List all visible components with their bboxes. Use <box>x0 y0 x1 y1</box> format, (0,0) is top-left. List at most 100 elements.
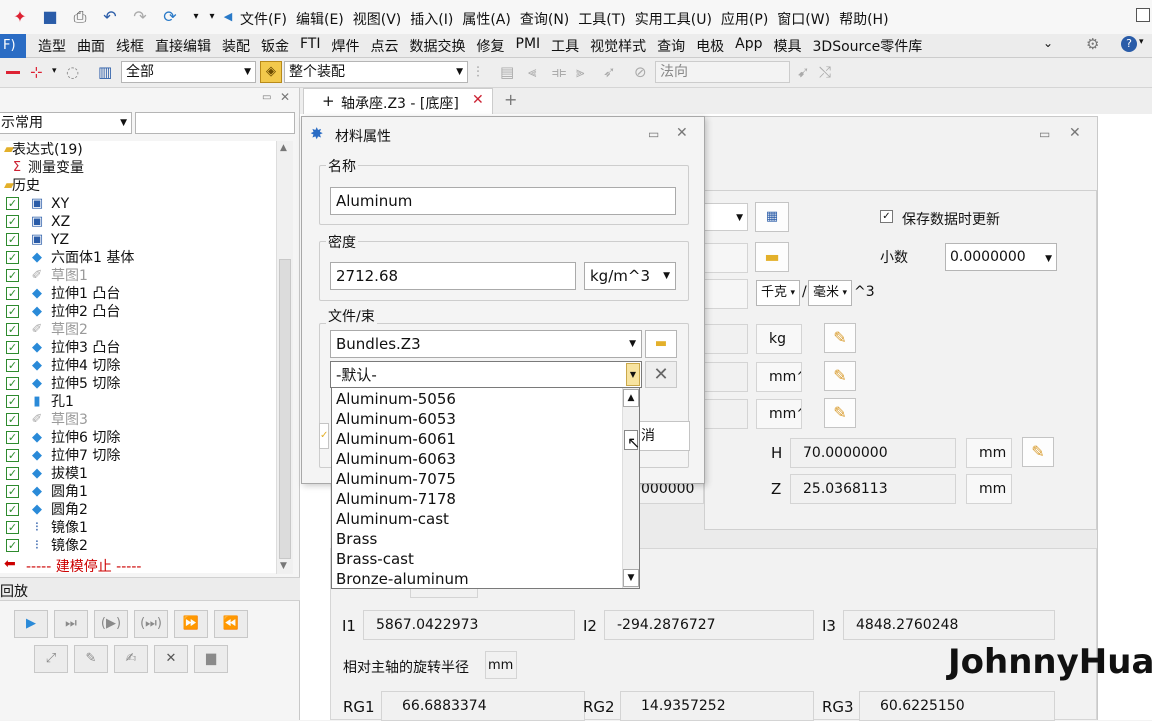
menu-item[interactable]: 工具(T) <box>578 9 625 29</box>
material-option[interactable]: Aluminum-5056 <box>336 389 456 409</box>
refresh-icon[interactable]: ⟳ <box>160 7 180 27</box>
open-folder-icon[interactable]: ▬ <box>645 330 677 358</box>
pencil-icon[interactable]: ✎ <box>824 361 856 391</box>
document-tab[interactable]: + 轴承座.Z3 - [底座] ✕ <box>303 88 493 114</box>
material-file-field[interactable] <box>704 243 748 273</box>
close-icon[interactable]: ✕ <box>1069 125 1081 141</box>
tree-item[interactable]: ✓ ◆ 六面体1 基体 <box>0 249 276 267</box>
visibility-checkbox[interactable]: ✓ <box>6 377 19 390</box>
visibility-checkbox[interactable]: ✓ <box>6 323 19 336</box>
save-update-checkbox[interactable]: ✓ <box>880 210 893 223</box>
play-button[interactable]: ▶ <box>14 610 48 638</box>
common-combo[interactable]: 示常用 ▼ <box>0 112 132 134</box>
ribbon-tab[interactable]: 模具 <box>774 36 802 56</box>
file-tab[interactable]: F) <box>0 34 26 58</box>
tree-item[interactable]: ✓ ⁝ 镜像1 <box>0 519 276 537</box>
material-option[interactable]: Brass-cast <box>336 549 414 569</box>
calculator-icon[interactable]: ▦ <box>755 202 789 232</box>
tree-scrollbar[interactable]: ▲ ▼ <box>276 141 293 574</box>
tree-item[interactable]: ✓ ◆ 拉伸1 凸台 <box>0 285 276 303</box>
material-dropdown-list[interactable]: Aluminum-5056 Aluminum-6053 Aluminum-6061 A… <box>331 387 640 589</box>
decimal-combo[interactable]: 0.0000000 ▼ <box>945 243 1057 271</box>
minus-icon[interactable] <box>6 71 20 74</box>
ribbon-tab[interactable]: 焊件 <box>332 36 360 56</box>
chart-icon[interactable]: ▥ <box>98 63 112 81</box>
normal-icon[interactable]: ⊘ <box>634 63 647 81</box>
redo-icon[interactable]: ↷ <box>130 7 150 27</box>
menu-item[interactable]: 帮助(H) <box>839 9 888 29</box>
menu-item[interactable]: 窗口(W) <box>777 9 830 29</box>
tree-item[interactable]: ✓ ⁝ 镜像2 <box>0 537 276 555</box>
visibility-checkbox[interactable]: ✓ <box>6 467 19 480</box>
tree-item[interactable]: ✓ ▮ 孔1 <box>0 393 276 411</box>
scroll-down-icon[interactable]: ▼ <box>623 569 639 587</box>
menu-item[interactable]: 实用工具(U) <box>635 9 712 29</box>
material-option[interactable]: Brass <box>336 529 377 549</box>
visibility-checkbox[interactable]: ✓ <box>6 413 19 426</box>
pencil-icon[interactable]: ✎ <box>824 398 856 428</box>
visibility-checkbox[interactable]: ✓ <box>6 287 19 300</box>
close-icon[interactable]: ✕ <box>676 125 688 141</box>
transform-icon[interactable]: ⤭ <box>819 63 831 81</box>
select-filter-icon[interactable]: ⊹ <box>30 63 43 81</box>
circle-select-icon[interactable]: ◌ <box>66 63 79 81</box>
assembly-combo[interactable]: 整个装配 ▼ <box>284 61 468 83</box>
menu-item[interactable]: 文件(F) <box>240 9 287 29</box>
material-option[interactable]: Aluminum-7178 <box>336 489 456 509</box>
menu-item[interactable]: 视图(V) <box>353 9 402 29</box>
visibility-checkbox[interactable]: ✓ <box>6 431 19 444</box>
density-field[interactable] <box>704 279 748 309</box>
folder-icon[interactable]: ▬ <box>755 242 789 272</box>
tree-item[interactable]: Σ 测量变量 <box>0 159 276 177</box>
menu-item[interactable]: 编辑(E) <box>296 9 344 29</box>
modeling-stop-marker[interactable]: ⬅ ----- 建模停止 ----- <box>0 556 276 575</box>
help-icon[interactable]: ? <box>1121 36 1137 52</box>
menu-item[interactable]: 查询(N) <box>520 9 569 29</box>
app-logo-icon[interactable]: ✦ <box>10 7 30 27</box>
visibility-checkbox[interactable]: ✓ <box>6 233 19 246</box>
density-unit-combo[interactable]: kg/m^3 ▼ <box>584 262 676 290</box>
visibility-checkbox[interactable]: ✓ <box>6 305 19 318</box>
visibility-checkbox[interactable]: ✓ <box>6 485 19 498</box>
menu-item[interactable]: 属性(A) <box>462 9 511 29</box>
ribbon-tab[interactable]: 工具 <box>551 36 579 56</box>
rewind-button[interactable]: ⏪ <box>214 610 248 638</box>
visibility-checkbox[interactable]: ✓ <box>6 395 19 408</box>
mass-unit-combo[interactable]: 千克 ▾ <box>756 280 800 306</box>
ribbon-tab[interactable]: 查询 <box>657 36 685 56</box>
align-right-icon[interactable]: ⫸ <box>576 63 584 81</box>
material-library-combo[interactable]: -默认- ▼ <box>330 361 642 388</box>
length-unit-combo[interactable]: 毫米 ▾ <box>808 280 852 306</box>
ribbon-tab[interactable]: 造型 <box>38 36 66 56</box>
tree-item[interactable]: ✓ ◆ 拉伸6 切除 <box>0 429 276 447</box>
ribbon-tab[interactable]: PMI <box>516 36 541 56</box>
dropdown-scrollbar[interactable]: ▲ ▼ <box>622 388 639 588</box>
assembly-icon[interactable]: ◈ <box>260 61 282 83</box>
visibility-checkbox[interactable]: ✓ <box>6 503 19 516</box>
tree-item[interactable]: ✓ ✐ 草图2 <box>0 321 276 339</box>
pencil-icon[interactable]: ✎ <box>824 323 856 353</box>
ribbon-tab[interactable]: 3DSource零件库 <box>813 36 923 56</box>
menu-item[interactable]: 应用(P) <box>721 9 768 29</box>
step-forward-button[interactable]: ⏭ <box>54 610 88 638</box>
visibility-checkbox[interactable]: ✓ <box>6 521 19 534</box>
tree-item[interactable]: ✓ ◆ 拉伸2 凸台 <box>0 303 276 321</box>
gear-icon[interactable]: ⚙ <box>1086 35 1099 53</box>
collapse-icon[interactable]: ◀ <box>218 7 238 27</box>
scrollbar-thumb[interactable] <box>279 259 291 559</box>
visibility-checkbox[interactable]: ✓ <box>6 449 19 462</box>
delete-button[interactable]: ✕ <box>154 645 188 673</box>
cursor-icon[interactable]: ➹ <box>797 63 810 81</box>
dialog-help-icon[interactable]: ▭ <box>648 127 659 141</box>
edit-sketch-button[interactable]: ✍ <box>114 645 148 673</box>
visibility-checkbox[interactable]: ✓ <box>6 197 19 210</box>
lock-icon[interactable]: ▤ <box>500 63 514 81</box>
tree-item[interactable]: ▰ 历史 <box>0 177 276 195</box>
ribbon-tab[interactable]: 直接编辑 <box>155 36 211 56</box>
pencil-button[interactable]: ✎ <box>74 645 108 673</box>
material-option[interactable]: Aluminum-6063 <box>336 449 456 469</box>
align-left-icon[interactable]: ⫷ <box>528 63 536 81</box>
save-icon[interactable]: ■ <box>40 7 60 27</box>
tree-item[interactable]: ✓ ◆ 圆角2 <box>0 501 276 519</box>
tree-search-input[interactable] <box>135 112 295 134</box>
